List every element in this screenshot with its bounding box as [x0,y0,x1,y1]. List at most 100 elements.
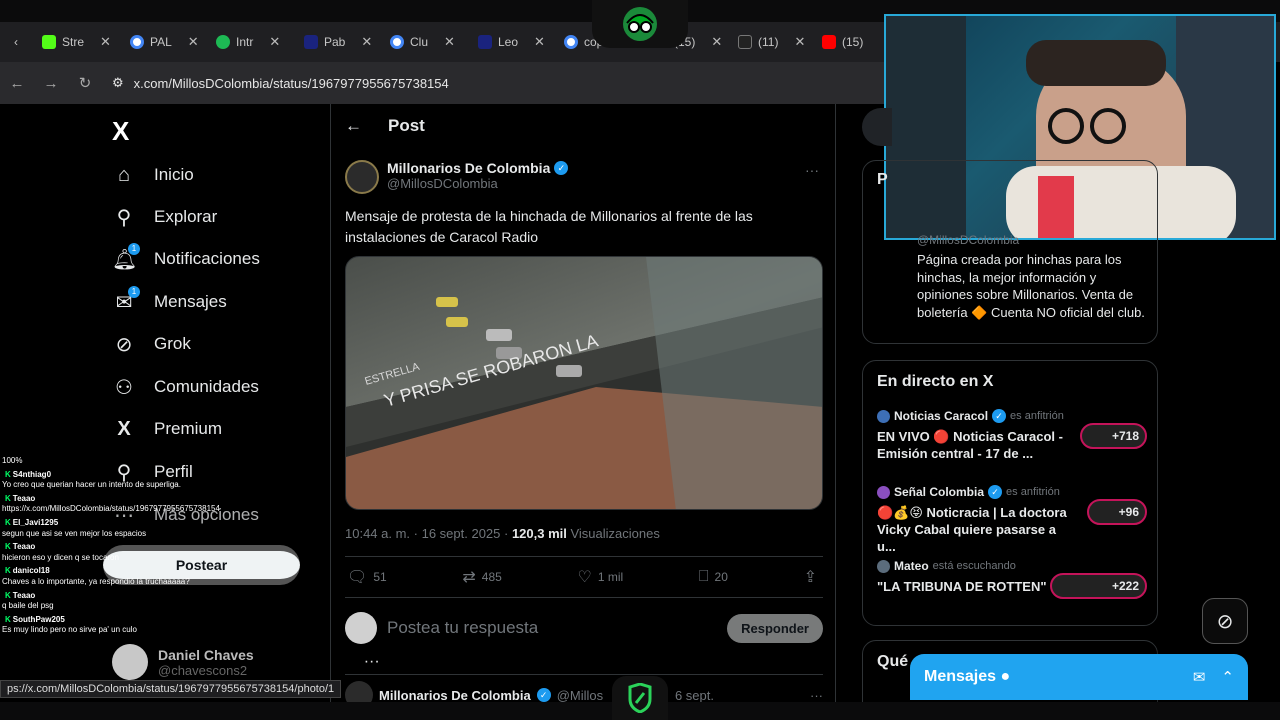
host-avatar [877,559,890,573]
chat-message: q baile del psg [2,601,54,611]
grok-icon: ⊘ [1216,610,1234,633]
tab-overflow[interactable]: ‹ [14,28,18,56]
share-icon: ⇪ [803,569,817,586]
forward-icon[interactable]: → [34,75,68,92]
close-icon[interactable]: ✕ [100,34,111,50]
communities-icon: ⚇ [115,376,133,399]
more-icon[interactable]: ··· [805,162,819,178]
tab-8[interactable]: (11) ✕ [738,28,805,56]
stream-chat: 100% K S4nthiag0 Yo creo que querian hace… [2,456,242,635]
account-handle: @chavescons2 [158,662,248,678]
close-icon[interactable]: ✕ [534,34,545,50]
browser-navbar: ← → ↻ ⚙ x.com/MillosDColombia/status/196… [0,62,884,104]
kick-icon: K [5,590,11,600]
listener-count: +718 [1079,423,1147,449]
live-item[interactable]: Señal Colombia ✓ es anfitrión 🔴💰😝 Noticrac… [877,485,1147,556]
chat-message: Yo creo que querian hacer un intento de … [2,480,181,490]
post-media[interactable]: Y PRISA SE ROBARON LA ESTRELLA [345,256,823,510]
live-panel: En directo en X Noticias Caracol ✓ es anfi… [862,360,1158,626]
post-column: ← Post Millonarios De Colombia ✓ @MillosD… [330,104,836,720]
views-count: 120,3 mil [511,526,567,541]
chat-user: K Teaao [2,492,39,505]
address-bar[interactable]: ⚙ x.com/MillosDColombia/status/196797795… [112,75,449,91]
status-dot-icon: ● [1000,668,1011,685]
grok-icon: ⊘ [115,333,133,356]
like-action[interactable]: ♡ 1 mil [578,567,624,587]
envelope-icon: ✉ 1 [112,285,140,315]
tab-4[interactable]: Clu ✕ [390,28,455,56]
close-icon[interactable]: ✕ [711,34,722,50]
profile-bio: Página creada por hinchas para los hinch… [917,252,1145,320]
repost-icon: ⇄ [462,569,476,586]
live-item[interactable]: Mateo está escuchando "LA TRIBUNA DE ROTT… [877,559,1147,599]
url-text: x.com/MillosDColombia/status/19679779556… [133,75,449,91]
search-icon: ⚲ [116,206,132,229]
x-logo[interactable]: X [112,116,129,147]
nav-grok[interactable]: ⊘ Grok [112,328,191,360]
bookmark-action[interactable]: ⎕ 20 [699,568,728,586]
close-icon[interactable]: ✕ [188,34,199,50]
author-name[interactable]: Millonarios De Colombia [387,160,550,176]
views-label: Visualizaciones [566,526,660,541]
chevron-left-icon: ‹ [14,35,18,49]
next-handle: @Millos [556,687,604,703]
author-avatar[interactable] [345,160,379,194]
chat-user: K El_Javi1295 [2,516,62,529]
nav-premium[interactable]: X Premium [112,413,222,445]
streamer-bottom-logo [612,676,668,720]
search-input[interactable] [862,108,892,146]
author-handle[interactable]: @MillosDColombia [387,176,568,191]
live-title: En directo en X [877,373,994,390]
heart-icon: ♡ [577,569,592,586]
new-message-icon[interactable]: ✉ [1193,668,1206,686]
reply-icon: 🗨︎ [347,569,368,586]
reload-icon[interactable]: ↻ [68,74,102,92]
close-icon[interactable]: ✕ [269,34,280,50]
close-icon[interactable]: ✕ [361,34,372,50]
responder-button[interactable]: Responder [727,613,823,643]
tab-2[interactable]: Intr ✕ [216,28,280,56]
tab-3[interactable]: Pab ✕ [304,28,372,56]
profile-card: P @MillosDColombia Página creada por hin… [862,160,1158,344]
share-action[interactable]: ⇪ [804,567,817,587]
listener-count: +96 [1086,499,1147,525]
nav-notificaciones[interactable]: 🔔︎ 1 Notificaciones [112,242,260,275]
message-badge: 1 [128,285,140,298]
repost-action[interactable]: ⇄ 485 [462,567,501,587]
reply-action[interactable]: 🗨︎ 51 [347,567,387,587]
messages-drawer[interactable]: Mensajes ● ✉ ⌃ [910,654,1248,700]
kick-icon: K [5,614,11,624]
nav-explorar[interactable]: ⚲ Explorar [112,201,218,233]
tab-0[interactable]: Stre ✕ [42,28,111,56]
back-arrow-icon[interactable]: ← [345,116,362,136]
post-actions: 🗨︎ 51 ⇄ 485 ♡ 1 mil ⎕ 20 ⇪ [345,556,823,598]
reply-input[interactable]: Postea tu respuesta [387,618,727,638]
panel-title: Qué [877,653,909,670]
tab-5[interactable]: Leo ✕ [478,28,545,56]
nav-comunidades[interactable]: ⚇ Comunidades [112,371,259,403]
tab-1[interactable]: PAL ✕ [130,28,199,56]
profile-handle[interactable]: @MillosDColombia [917,233,1019,247]
nav-inicio[interactable]: ⌂ Inicio [112,159,194,191]
avatar [345,612,377,644]
site-settings-icon[interactable]: ⚙ [112,75,124,91]
post-author[interactable]: Millonarios De Colombia ✓ @MillosDColombi… [345,160,569,194]
chat-message: 100% [2,456,23,465]
bell-icon: 🔔︎ 1 [112,242,140,272]
nav-mensajes[interactable]: ✉ 1 Mensajes [112,285,227,318]
chat-user: K Teaao [2,589,39,602]
grok-button[interactable]: ⊘ [1202,598,1248,644]
google-icon [390,35,404,49]
tab-9[interactable]: (15) [822,28,863,56]
close-icon[interactable]: ✕ [794,34,805,50]
live-item[interactable]: Noticias Caracol ✓ es anfitrión EN VIVO 🔴 … [877,409,1147,463]
more-icon[interactable]: ··· [810,688,823,703]
back-icon[interactable]: ← [0,75,34,92]
post-meta: 10:44 a. m. · 16 sept. 2025 · 120,3 mil … [345,526,660,541]
chat-message: segun que asi se ven mejor los espacios [2,528,147,538]
expand-icon[interactable]: ⌃ [1221,668,1234,686]
account-name: Daniel Chaves [158,646,254,663]
panel-title: P [877,171,888,188]
streamer-logo [592,0,688,48]
close-icon[interactable]: ✕ [444,34,455,50]
